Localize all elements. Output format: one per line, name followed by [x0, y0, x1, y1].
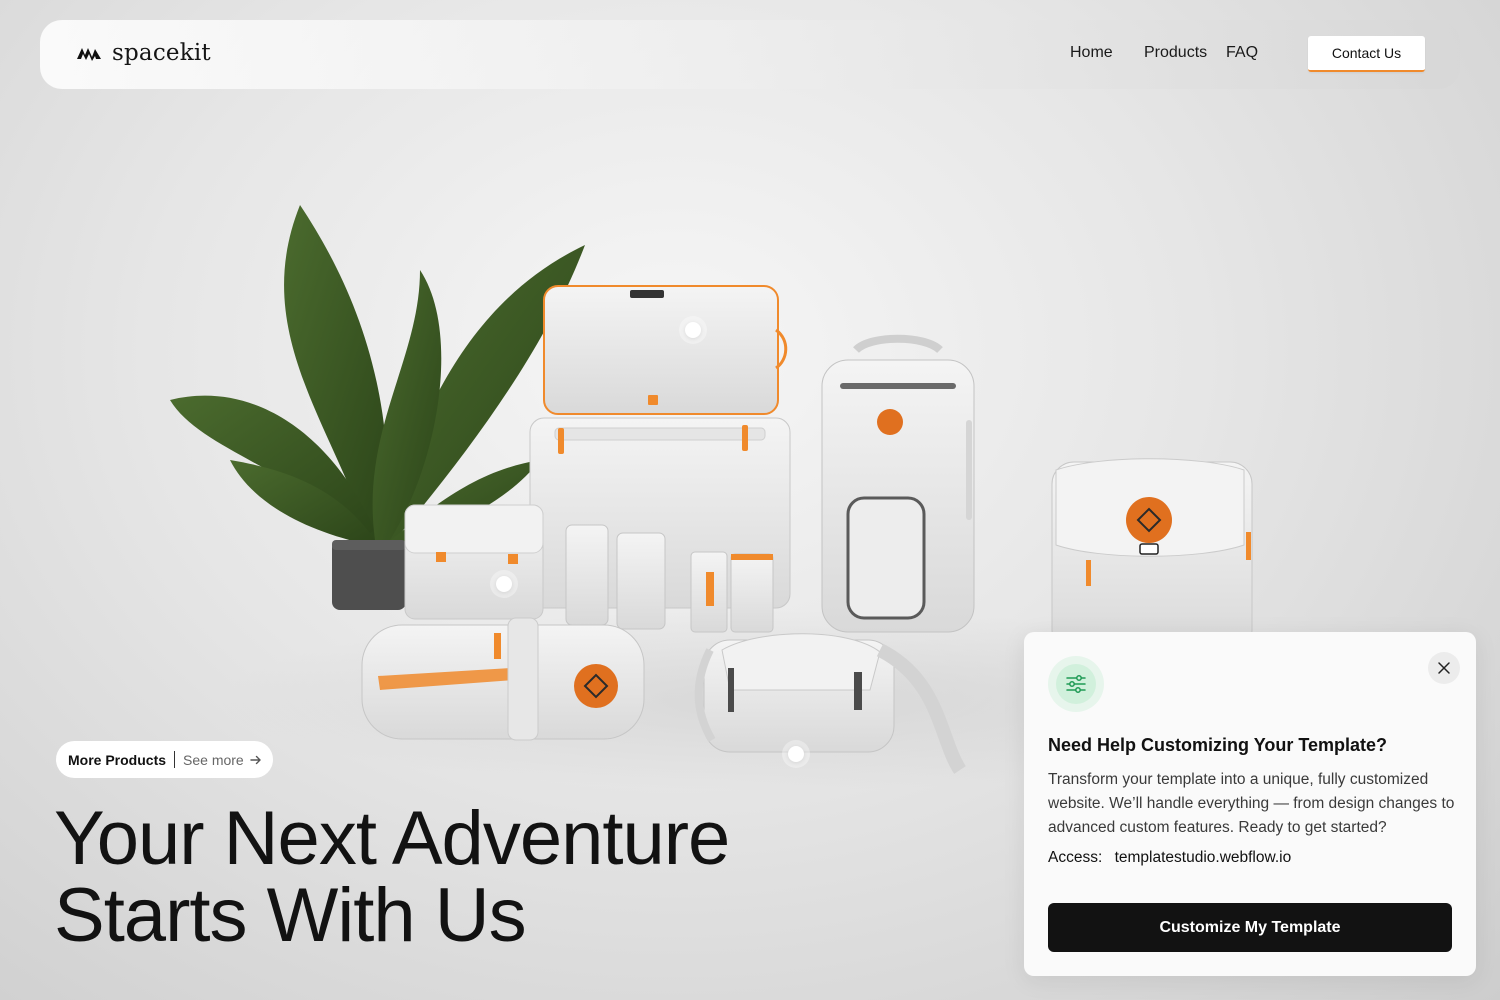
popup-title: Need Help Customizing Your Template? [1048, 735, 1388, 755]
hero-headline-line-1: Your Next Adventure [54, 796, 730, 881]
sliders-icon [1066, 675, 1086, 693]
spacekit-logo-icon [77, 48, 101, 61]
more-products-label: More Products [68, 751, 167, 768]
arrow-right-icon [250, 755, 261, 764]
product-hotspot-small-bag[interactable] [496, 576, 512, 592]
access-link[interactable]: templatestudio.webflow.io [1115, 849, 1292, 866]
popup-close-button[interactable] [1428, 652, 1460, 684]
access-label: Access: [1048, 849, 1103, 866]
customize-template-button[interactable]: Customize My Template [1048, 903, 1452, 952]
more-products-pill: More Products See more [56, 741, 273, 778]
hero-headline: Your Next Adventure Starts With Us [54, 800, 854, 954]
popup-description: Transform your template into a unique, f… [1048, 771, 1455, 836]
product-hotspot-top-bag[interactable] [685, 322, 701, 338]
popup-access: Access: templatestudio.webflow.io [1048, 849, 1291, 867]
brand-name: spacekit [112, 40, 211, 66]
nav-faq-link[interactable]: FAQ [1226, 44, 1258, 62]
nav-products-link[interactable]: Products [1144, 44, 1207, 62]
pill-divider [174, 751, 176, 768]
brand-logo[interactable]: spacekit [76, 40, 211, 66]
plant [170, 205, 585, 548]
popup-icon-badge [1048, 656, 1104, 712]
nav-home-link[interactable]: Home [1070, 44, 1113, 62]
see-more-label: See more [183, 751, 244, 768]
product-hotspot-messenger-bag[interactable] [788, 746, 804, 762]
hero-headline-line-2: Starts With Us [54, 873, 527, 958]
contact-us-button[interactable]: Contact Us [1308, 36, 1425, 72]
navbar: spacekit Home Products FAQ Contact Us [40, 20, 1460, 89]
customize-help-popup: Need Help Customizing Your Template? Tra… [1024, 632, 1476, 976]
see-more-link[interactable]: See more [183, 752, 262, 768]
close-icon [1438, 662, 1450, 674]
